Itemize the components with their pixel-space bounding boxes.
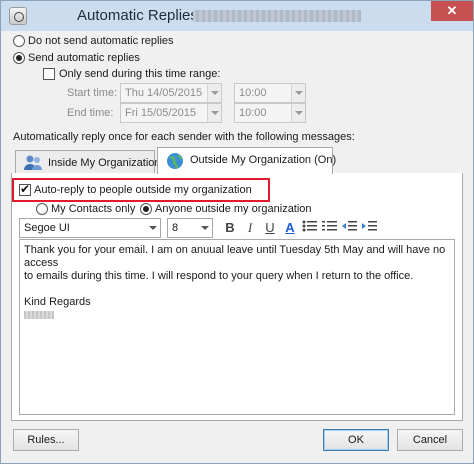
chevron-down-icon[interactable] bbox=[207, 84, 221, 102]
chevron-down-icon[interactable] bbox=[291, 104, 305, 122]
do-not-send-radio[interactable] bbox=[13, 35, 25, 47]
start-hour-value: 10:00 bbox=[239, 87, 267, 99]
font-size-select[interactable]: 8 bbox=[167, 218, 213, 238]
chevron-down-icon[interactable] bbox=[207, 104, 221, 122]
message-line: to emails during this time. I will respo… bbox=[24, 270, 414, 282]
end-date-value: Fri 15/05/2015 bbox=[125, 107, 196, 119]
bullets-icon[interactable] bbox=[301, 219, 319, 237]
time-range-checkbox[interactable] bbox=[43, 68, 55, 80]
cancel-button[interactable]: Cancel bbox=[397, 429, 463, 451]
time-range-label[interactable]: Only send during this time range: bbox=[59, 68, 220, 80]
ok-button[interactable]: OK bbox=[323, 429, 389, 451]
start-date-picker[interactable]: Thu 14/05/2015 bbox=[120, 83, 222, 103]
auto-reply-outside-checkbox[interactable] bbox=[19, 182, 31, 196]
tab-outside-label: Outside My Organization (On) bbox=[190, 154, 337, 166]
close-button[interactable]: ✕ bbox=[431, 1, 473, 21]
decrease-indent-icon[interactable] bbox=[341, 219, 359, 237]
anyone-outside-radio[interactable] bbox=[140, 203, 152, 215]
my-contacts-only-radio[interactable] bbox=[36, 203, 48, 215]
increase-indent-icon[interactable] bbox=[361, 219, 379, 237]
chevron-down-icon[interactable] bbox=[146, 219, 160, 237]
end-hour-value: 10:00 bbox=[239, 107, 267, 119]
signoff-line: Kind Regards bbox=[24, 296, 91, 308]
end-date-picker[interactable]: Fri 15/05/2015 bbox=[120, 103, 222, 123]
chevron-down-icon[interactable] bbox=[198, 219, 212, 237]
do-not-send-label[interactable]: Do not send automatic replies bbox=[28, 35, 174, 47]
tab-inside-label: Inside My Organization bbox=[48, 157, 161, 169]
my-contacts-only-label[interactable]: My Contacts only bbox=[51, 203, 135, 215]
chevron-down-icon[interactable] bbox=[291, 84, 305, 102]
message-line: Thank you for your email. I am on anuual… bbox=[24, 244, 446, 269]
font-name-select[interactable]: Segoe UI bbox=[19, 218, 161, 238]
title-bar: Automatic Replies - ✕ bbox=[1, 1, 473, 31]
rules-button[interactable]: Rules... bbox=[13, 429, 79, 451]
end-time-label: End time: bbox=[67, 107, 114, 119]
automatic-replies-dialog: Automatic Replies - ✕ Do not send automa… bbox=[0, 0, 474, 464]
start-time-label: Start time: bbox=[67, 87, 118, 99]
font-size-value: 8 bbox=[172, 222, 179, 234]
start-hour-select[interactable]: 10:00 bbox=[234, 83, 306, 103]
italic-button[interactable]: I bbox=[241, 219, 259, 237]
underline-button[interactable]: U bbox=[261, 219, 279, 237]
font-name-value: Segoe UI bbox=[24, 222, 70, 234]
end-hour-select[interactable]: 10:00 bbox=[234, 103, 306, 123]
message-editor[interactable]: Thank you for your email. I am on anuual… bbox=[19, 239, 455, 415]
instruction-text: Automatically reply once for each sender… bbox=[13, 131, 355, 143]
anyone-outside-label[interactable]: Anyone outside my organization bbox=[155, 203, 312, 215]
redacted-account-name bbox=[193, 10, 361, 22]
tab-inside-organization[interactable]: Inside My Organization bbox=[15, 150, 161, 175]
send-auto-replies-radio[interactable] bbox=[13, 52, 25, 64]
auto-reply-outside-label[interactable]: Auto-reply to people outside my organiza… bbox=[34, 184, 252, 196]
font-color-button[interactable]: A bbox=[281, 219, 299, 237]
send-auto-replies-label[interactable]: Send automatic replies bbox=[28, 52, 140, 64]
numbering-icon[interactable] bbox=[321, 219, 339, 237]
redacted-signature bbox=[24, 311, 54, 319]
globe-icon bbox=[164, 151, 186, 174]
start-date-value: Thu 14/05/2015 bbox=[125, 87, 203, 99]
bold-button[interactable]: B bbox=[221, 219, 239, 237]
people-icon bbox=[22, 154, 44, 175]
window-title: Automatic Replies - bbox=[77, 7, 208, 24]
tab-outside-organization[interactable]: Outside My Organization (On) bbox=[157, 147, 337, 174]
outlook-app-icon bbox=[9, 7, 27, 25]
